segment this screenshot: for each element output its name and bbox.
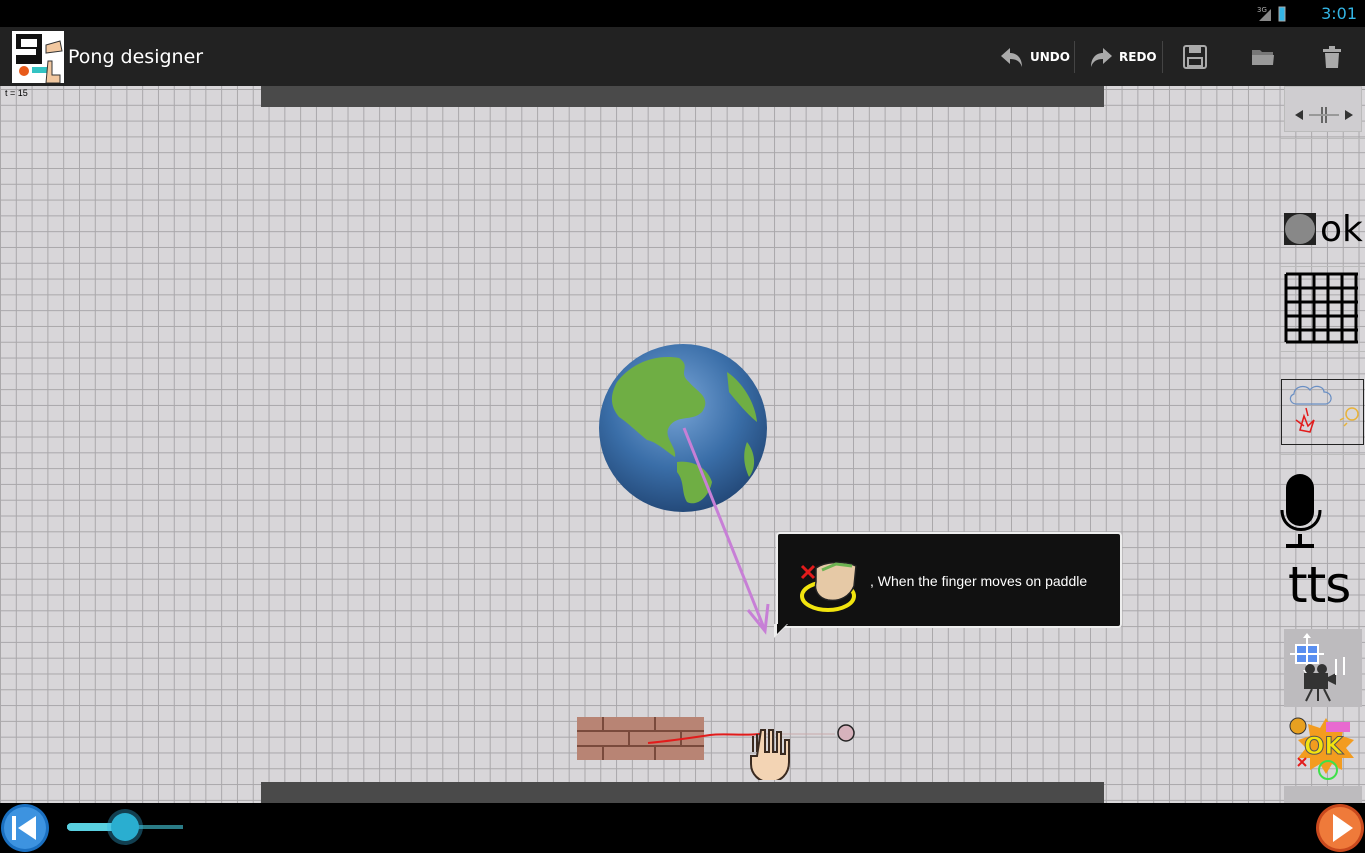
tts-tool[interactable]: tts <box>1288 556 1351 614</box>
save-icon <box>1183 44 1207 69</box>
ok-burst-icon: OK <box>1289 717 1354 780</box>
target-circle-icon[interactable] <box>836 723 856 743</box>
signal-icon: 3G <box>1257 6 1286 22</box>
scroll-handle[interactable] <box>1284 86 1362 132</box>
hand-icon <box>750 729 790 780</box>
svg-text:3G: 3G <box>1257 6 1267 14</box>
camera-tool[interactable] <box>1284 629 1362 707</box>
top-wall[interactable] <box>261 86 1104 107</box>
divider <box>1280 351 1365 352</box>
tool-panel: ok tts OK <box>1280 86 1365 803</box>
save-button[interactable] <box>1181 27 1213 86</box>
more-tools[interactable] <box>1284 786 1362 803</box>
slider-thumb[interactable] <box>111 813 139 841</box>
tooltip-tail-inner <box>777 624 787 634</box>
divider <box>1280 138 1365 139</box>
velocity-arrow[interactable] <box>670 416 780 636</box>
battery-icon <box>1278 6 1286 22</box>
divider <box>1074 41 1075 73</box>
divider <box>1280 454 1365 455</box>
time-label: t = 15 <box>5 88 28 98</box>
game-canvas[interactable]: t = 15 , When the finger moves on paddle <box>0 86 1365 803</box>
background-tool[interactable] <box>1281 379 1364 445</box>
trash-icon <box>1323 45 1341 68</box>
play-button[interactable] <box>1315 803 1365 853</box>
event-tooltip[interactable]: , When the finger moves on paddle <box>776 532 1122 628</box>
status-bar: 3G 3:01 <box>0 0 1365 27</box>
status-time: 3:01 <box>1321 4 1357 23</box>
action-bar: Pong designer UNDO REDO <box>0 27 1365 86</box>
finger-move-event-icon <box>800 561 857 612</box>
microphone-tool[interactable] <box>1280 472 1324 552</box>
open-button[interactable] <box>1249 27 1281 86</box>
tooltip-text: , When the finger moves on paddle <box>870 573 1088 589</box>
undo-button[interactable]: UNDO <box>998 27 1070 86</box>
grid-icon <box>1284 272 1358 344</box>
grid-tool[interactable] <box>1282 270 1362 344</box>
svg-text:OK: OK <box>1304 732 1344 760</box>
timeline-bar <box>0 803 1365 853</box>
scroll-arrows-icon <box>1295 107 1353 123</box>
redo-label: REDO <box>1119 49 1157 64</box>
divider <box>1280 266 1365 267</box>
rewind-button[interactable] <box>0 803 50 853</box>
app-title: Pong designer <box>68 46 204 68</box>
folder-icon <box>1252 49 1274 65</box>
camera-move-icon <box>1290 633 1345 702</box>
bottom-wall[interactable] <box>261 782 1104 803</box>
background-drawing-icon <box>1289 385 1359 433</box>
ok-label: ok <box>1320 209 1363 250</box>
microphone-icon <box>1280 474 1322 548</box>
redo-icon <box>1091 47 1112 67</box>
undo-icon <box>1001 47 1022 67</box>
circle-shape-icon <box>1284 213 1316 245</box>
status-icons: 3G <box>1257 4 1307 27</box>
divider <box>1162 41 1163 73</box>
ok-button-tool[interactable]: ok <box>1280 198 1365 258</box>
effects-tool[interactable]: OK <box>1286 710 1364 784</box>
redo-button[interactable]: REDO <box>1087 27 1157 86</box>
delete-button[interactable] <box>1318 27 1350 86</box>
undo-label: UNDO <box>1030 49 1070 64</box>
timeline-slider[interactable] <box>67 813 183 841</box>
app-logo-icon[interactable] <box>12 31 64 84</box>
